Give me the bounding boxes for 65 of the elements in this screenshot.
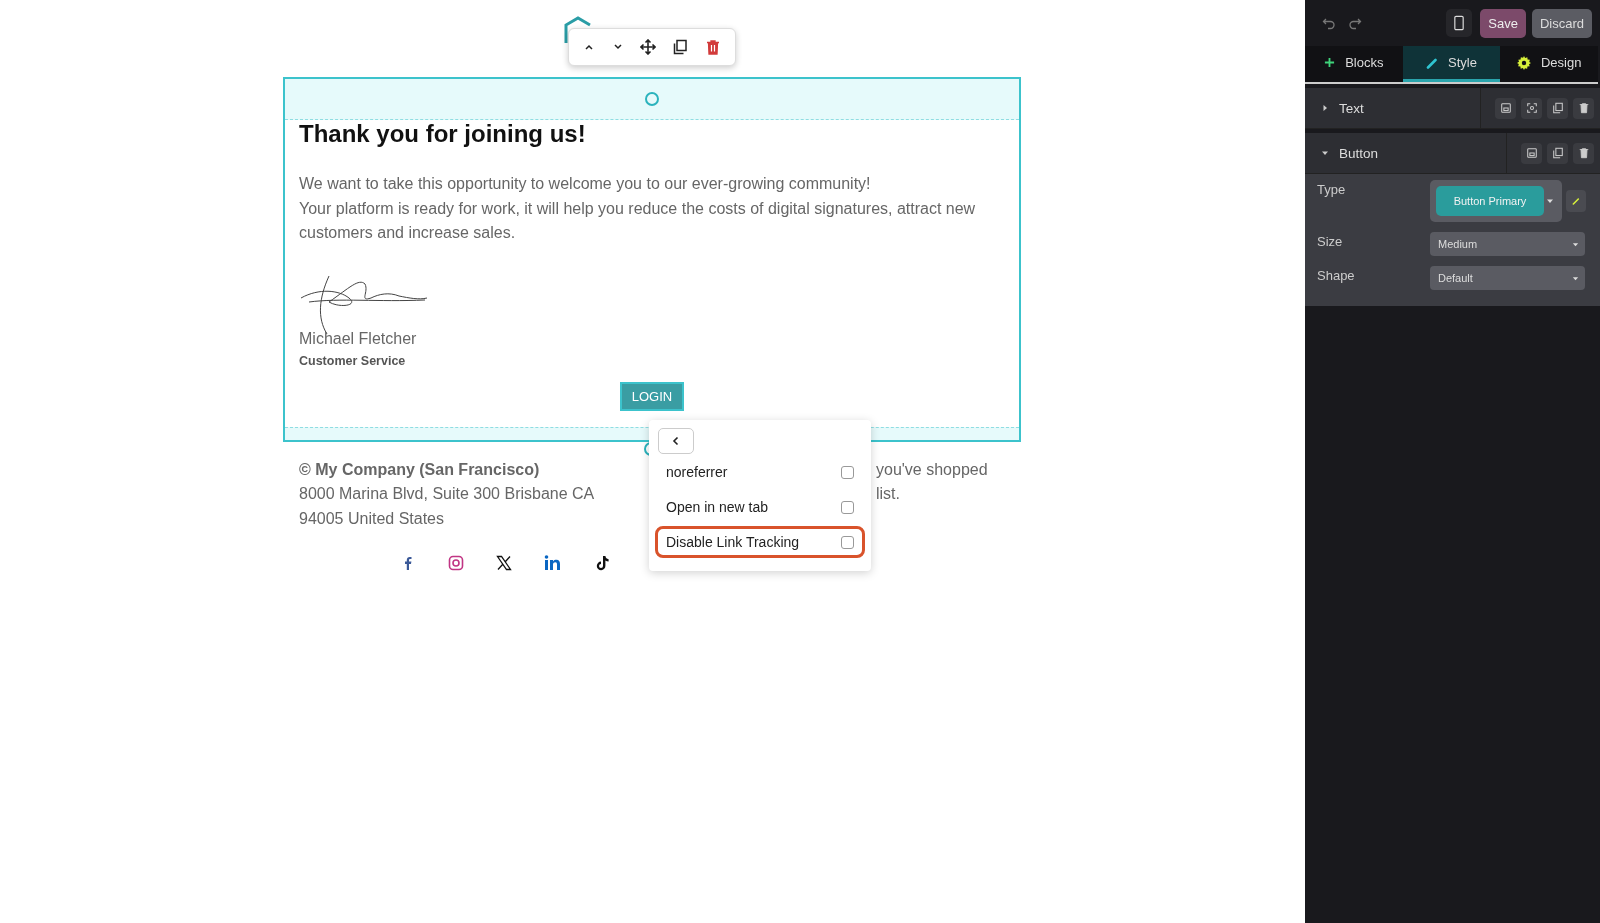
plus-icon [1324,57,1336,68]
checkbox[interactable] [841,500,854,514]
save-button[interactable]: Save [1480,8,1526,38]
panel-tab[interactable]: Blocks [1305,46,1403,82]
mobile-preview-button[interactable] [1446,9,1473,37]
back-button[interactable] [658,428,694,454]
option-label: Open in new tab [666,499,768,515]
option-label: noreferrer [666,464,728,480]
trash-icon [1577,147,1590,159]
address-line: 94005 United States [299,508,445,529]
delete-button[interactable] [1573,142,1594,164]
field-label: Type [1317,181,1347,197]
section-header[interactable]: Text [1305,88,1600,129]
screenshot-button[interactable] [1521,97,1542,119]
focus-icon [1525,102,1538,114]
trash-icon [704,39,721,55]
body-paragraph: Your platform is ready for work, it will help you reduce the costs of digital signatures, attract new customers and increase sales. [299,198,977,243]
footer-note-fragment: you've shopped [876,459,988,480]
email-block[interactable] [283,77,1021,442]
trash-icon [1577,102,1590,114]
move-arrows-icon [639,39,656,55]
address-line: 8000 Marina Blvd, Suite 300 Brisbane CA [299,484,596,504]
footer-note-fragment: list. [876,484,901,504]
menu-option-row[interactable]: Disable Link Tracking [655,526,865,558]
copy-icon [1551,102,1564,114]
duplicate-button[interactable] [1547,97,1568,119]
select-dropdown[interactable]: Medium [1430,232,1585,256]
tiktok-icon[interactable] [594,555,610,571]
x-logo-icon[interactable] [496,555,512,571]
menu-option-row[interactable]: noreferrer [655,456,865,488]
copy-icon [1551,147,1564,159]
save-block-button[interactable] [1495,97,1516,119]
checkbox[interactable] [841,465,854,479]
field-label: Shape [1317,267,1356,283]
duplicate-button[interactable] [1547,142,1568,164]
instagram-icon[interactable] [448,555,464,571]
select-dropdown[interactable]: Default [1430,266,1585,290]
save-block-button[interactable] [1521,142,1542,164]
option-label: Disable Link Tracking [666,534,800,550]
delete-button[interactable] [1573,97,1594,119]
discard-button[interactable]: Discard [1531,8,1592,38]
redo-icon [1348,16,1362,30]
caret-down-icon [1572,274,1579,282]
handle-ring-icon[interactable] [644,91,660,107]
menu-option-row[interactable]: Open in new tab [655,491,865,523]
panel-tab[interactable]: Style [1402,46,1501,82]
checkbox[interactable] [841,535,854,549]
caret-down-icon [1572,240,1579,248]
undo-icon [1322,16,1336,30]
signer-name: Michael Fletcher [299,329,418,348]
body-paragraph: We want to take this opportunity to welcome you to our ever-growing community! [299,174,872,194]
caret-down-icon[interactable] [1546,197,1554,205]
pencil-icon [1426,56,1439,69]
signer-role: Customer Service [299,353,407,368]
phone-icon [1454,15,1465,31]
panel-tab[interactable]: Design [1500,46,1598,82]
copy-icon [672,39,689,55]
edit-button[interactable] [1566,190,1586,212]
email-title: Thank you for joining us! [299,120,587,148]
company-name: © My Company (San Francisco) [299,459,541,480]
section-header[interactable]: Button [1305,133,1600,174]
gear-icon [1516,55,1531,70]
pencil-icon [1572,195,1580,207]
field-label: Size [1317,233,1344,249]
linkedin-icon[interactable] [544,555,562,571]
